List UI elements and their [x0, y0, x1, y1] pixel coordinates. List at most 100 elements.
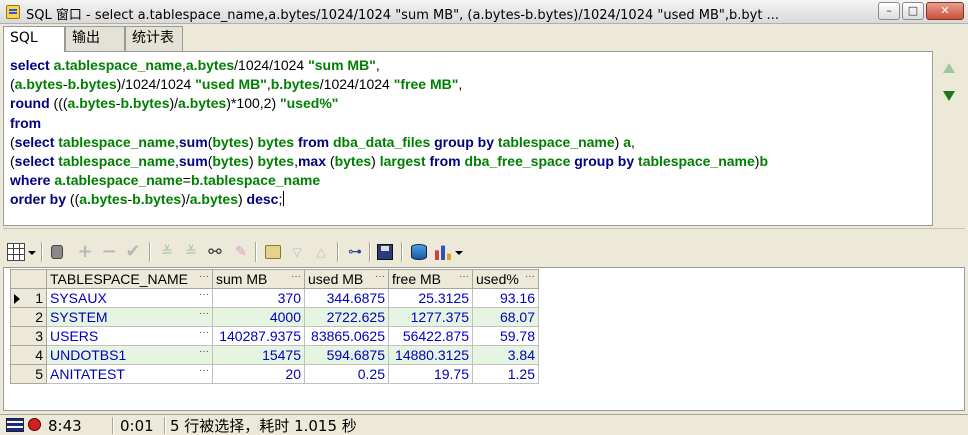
table-row[interactable]: 2 SYSTEM ··· 4000 2722.625 1277.375 68.07 — [10, 307, 539, 327]
cell-edit-icon[interactable]: ··· — [199, 308, 209, 319]
arrow-down-icon[interactable] — [943, 91, 955, 101]
column-filter-icon[interactable]: ··· — [525, 271, 535, 282]
query-icon[interactable] — [265, 245, 281, 259]
find-icon[interactable]: ⚯ — [205, 242, 225, 262]
column-header-used-pct[interactable]: used% ··· — [472, 269, 539, 289]
title-bar: SQL 窗口 - select a.tablespace_name,a.byte… — [0, 0, 968, 24]
row-number[interactable]: 3 — [10, 326, 47, 346]
cell-used-mb[interactable]: 0.25 — [304, 364, 389, 384]
code-token: select — [14, 133, 59, 150]
column-filter-icon[interactable]: ··· — [459, 271, 469, 282]
minus-icon[interactable]: − — [99, 242, 119, 262]
code-token: , — [631, 133, 635, 150]
code-line[interactable]: order by ((a.bytes-b.bytes)/a.bytes) des… — [10, 190, 926, 209]
column-header-tablespace-name[interactable]: TABLESPACE_NAME ··· — [46, 269, 213, 289]
column-filter-icon[interactable]: ··· — [375, 271, 385, 282]
column-header-sum-mb[interactable]: sum MB ··· — [212, 269, 305, 289]
cell-edit-icon[interactable]: ··· — [199, 346, 209, 357]
tab-output[interactable]: 输出 — [65, 26, 125, 51]
editor-scroll-panel — [933, 51, 965, 226]
arrow-up-icon[interactable] — [943, 63, 955, 73]
code-token: b.bytes — [270, 76, 320, 93]
maximize-button[interactable]: □ — [902, 2, 924, 20]
cell-edit-icon[interactable]: ··· — [199, 327, 209, 338]
row-number[interactable]: 2 — [10, 307, 47, 327]
check-icon[interactable]: ✔ — [123, 242, 143, 262]
chart-icon[interactable] — [435, 245, 451, 260]
code-token: from — [10, 114, 42, 131]
cell-used-pct[interactable]: 59.78 — [472, 326, 539, 346]
cell-used-mb[interactable]: 2722.625 — [304, 307, 389, 327]
tab-statistics[interactable]: 统计表 — [125, 26, 183, 51]
cell-free-mb[interactable]: 1277.375 — [388, 307, 473, 327]
column-header-free-mb[interactable]: free MB ··· — [388, 269, 473, 289]
cell-free-mb[interactable]: 56422.875 — [388, 326, 473, 346]
code-token: desc — [246, 191, 279, 208]
code-token: ; — [278, 191, 283, 208]
cell-sum-mb[interactable]: 4000 — [212, 307, 305, 327]
cell-sum-mb[interactable]: 15475 — [212, 345, 305, 365]
code-line[interactable]: (select tablespace_name,sum(bytes) bytes… — [10, 133, 926, 152]
code-token: )*100,2) — [226, 95, 280, 112]
row-number[interactable]: 4 — [10, 345, 47, 365]
code-line[interactable]: (a.bytes-b.bytes)/1024/1024 "used MB",b.… — [10, 75, 926, 94]
close-button[interactable]: ✕ — [926, 2, 964, 20]
lock-icon[interactable] — [51, 245, 63, 259]
tab-sql[interactable]: SQL — [3, 26, 65, 52]
code-line[interactable]: select a.tablespace_name, a.bytes/1024/10… — [10, 56, 926, 75]
row-number[interactable]: 5 — [10, 364, 47, 384]
cell-free-mb[interactable]: 25.3125 — [388, 288, 473, 308]
table-row[interactable]: 1 SYSAUX ··· 370 344.6875 25.3125 93.16 — [10, 288, 539, 308]
tree-icon[interactable]: ⊶ — [345, 242, 365, 262]
code-line[interactable]: from — [10, 114, 926, 133]
code-line[interactable]: (select tablespace_name,sum(bytes) bytes… — [10, 152, 926, 171]
connection-icon[interactable] — [6, 418, 24, 432]
plus-icon[interactable]: + — [75, 242, 95, 262]
code-token: a.bytes — [14, 76, 63, 93]
table-row[interactable]: 5 ANITATEST ··· 20 0.25 19.75 1.25 — [10, 364, 539, 384]
database-icon[interactable] — [411, 244, 427, 260]
splitter[interactable] — [3, 228, 965, 234]
column-filter-icon[interactable]: ··· — [199, 271, 209, 282]
clock-icon — [28, 418, 41, 431]
cell-tablespace-name[interactable]: ANITATEST ··· — [46, 364, 213, 384]
cell-edit-icon[interactable]: ··· — [199, 365, 209, 376]
cell-used-pct[interactable]: 3.84 — [472, 345, 539, 365]
cell-used-pct[interactable]: 1.25 — [472, 364, 539, 384]
cell-sum-mb[interactable]: 370 — [212, 288, 305, 308]
minimize-icon: – — [886, 4, 892, 17]
cell-used-mb[interactable]: 594.6875 — [304, 345, 389, 365]
table-row[interactable]: 3 USERS ··· 140287.9375 83865.0625 56422.… — [10, 326, 539, 346]
chevron-down-icon[interactable] — [28, 251, 36, 255]
clear-icon[interactable]: ✎ — [231, 242, 251, 262]
row-number[interactable]: 1 — [10, 288, 47, 308]
cell-used-mb[interactable]: 83865.0625 — [304, 326, 389, 346]
code-line[interactable]: round (((a.bytes-b.bytes)/a.bytes)*100,2… — [10, 94, 926, 113]
code-line[interactable]: where a.tablespace_name=b.tablespace_nam… — [10, 171, 926, 190]
chevron-down-icon[interactable] — [455, 251, 463, 255]
arrow-up-icon[interactable]: △ — [311, 242, 331, 262]
cell-free-mb[interactable]: 19.75 — [388, 364, 473, 384]
sql-editor[interactable]: select a.tablespace_name, a.bytes/1024/10… — [3, 51, 933, 226]
cell-edit-icon[interactable]: ··· — [199, 289, 209, 300]
cell-sum-mb[interactable]: 140287.9375 — [212, 326, 305, 346]
next-record-icon[interactable]: ≚ — [157, 242, 177, 262]
column-filter-icon[interactable]: ··· — [291, 271, 301, 282]
cell-sum-mb[interactable]: 20 — [212, 364, 305, 384]
last-record-icon[interactable]: ≚ — [181, 242, 201, 262]
minimize-button[interactable]: – — [878, 2, 900, 20]
cell-used-pct[interactable]: 93.16 — [472, 288, 539, 308]
save-icon[interactable] — [377, 244, 393, 260]
row-number-header — [10, 269, 47, 289]
cell-used-pct[interactable]: 68.07 — [472, 307, 539, 327]
grid-icon[interactable] — [7, 243, 25, 261]
cell-tablespace-name[interactable]: UNDOTBS1 ··· — [46, 345, 213, 365]
column-header-used-mb[interactable]: used MB ··· — [304, 269, 389, 289]
arrow-down-icon[interactable]: ▽ — [287, 242, 307, 262]
cell-tablespace-name[interactable]: SYSAUX ··· — [46, 288, 213, 308]
cell-free-mb[interactable]: 14880.3125 — [388, 345, 473, 365]
table-row[interactable]: 4 UNDOTBS1 ··· 15475 594.6875 14880.3125 … — [10, 345, 539, 365]
cell-tablespace-name[interactable]: SYSTEM ··· — [46, 307, 213, 327]
cell-tablespace-name[interactable]: USERS ··· — [46, 326, 213, 346]
cell-used-mb[interactable]: 344.6875 — [304, 288, 389, 308]
